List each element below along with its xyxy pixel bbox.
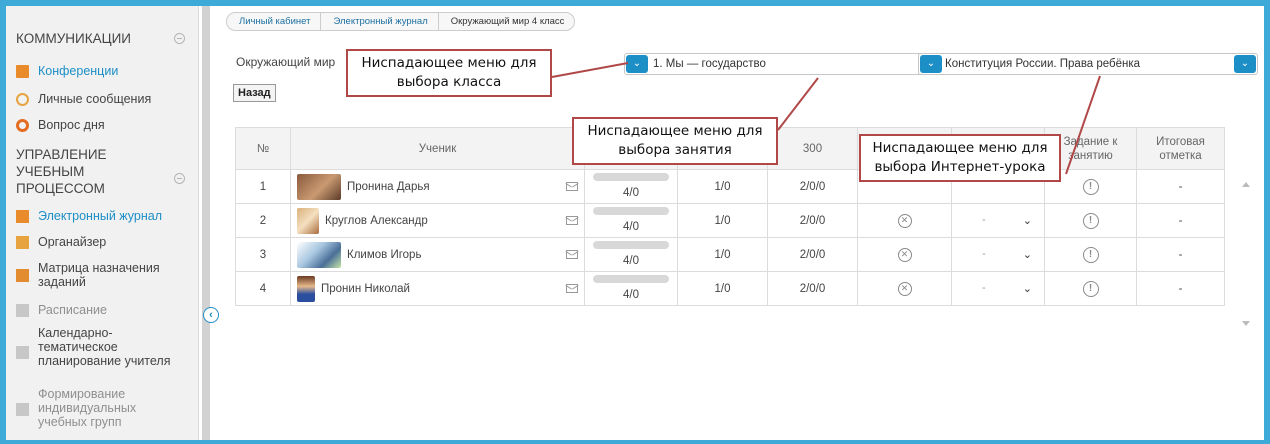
callout-line-lesson [777,77,819,131]
callout-class: Ниспадающее меню для выбора класса [346,49,552,97]
callout-internet: Ниспадающее меню для выбора Интернет-уро… [859,134,1061,182]
callout-line-internet [1065,75,1101,175]
callout-lesson: Ниспадающее меню для выбора занятия [572,117,778,165]
app-frame: КОММУНИКАЦИИ Конференции Личные сообщени… [6,6,1264,440]
callout-line-class [551,62,629,78]
callout-lines [551,62,1101,175]
